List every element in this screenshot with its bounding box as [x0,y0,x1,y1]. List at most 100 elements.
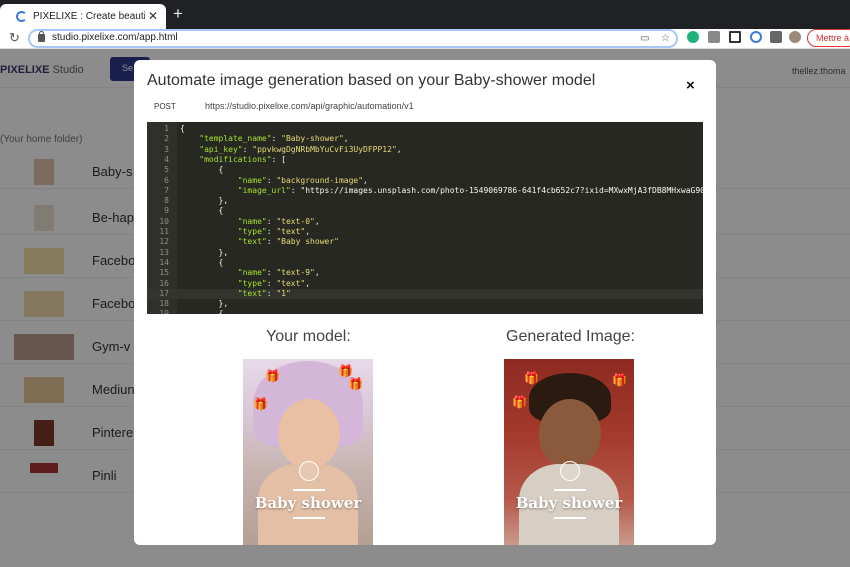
code-line[interactable]: 5 { [147,165,703,175]
line-number: 9 [164,206,169,216]
code-editor[interactable]: 1{2 "template_name": "Baby-shower", 3 "ap… [147,122,703,314]
divider-line [554,489,586,491]
code-text: "template_name": "Baby-shower", [199,134,349,144]
new-tab-icon[interactable]: + [173,5,183,23]
line-number: 15 [159,268,169,278]
code-text: "api_key": "ppvkwgDgNRbMbYuCvFi3UyDFPP12… [199,144,402,154]
code-line[interactable]: 7 "image_url": "https://images.unsplash.… [147,186,703,196]
code-line[interactable]: 4 "modifications": [ [147,155,703,165]
code-line[interactable]: 14 { [147,258,703,268]
gift-icon: 🎁 [348,377,363,391]
lock-icon[interactable] [38,31,45,42]
camera-extension-icon[interactable] [708,31,720,43]
code-text: "name": "background-image", [237,175,368,185]
code-line[interactable]: 11 "type": "text", [147,227,703,237]
address-bar[interactable]: studio.pixelixe.com/app.html ▭ ☆ [28,29,678,48]
bookmark-star-icon[interactable]: ☆ [661,33,670,44]
modal-title: Automate image generation based on your … [147,72,596,89]
code-line[interactable]: 2 "template_name": "Baby-shower", [147,134,703,144]
baby-face [278,399,340,469]
code-text: "type": "text", [237,227,311,236]
line-number: 5 [164,165,169,175]
code-line[interactable]: 3 "api_key": "ppvkwgDgNRbMbYuCvFi3UyDFPP… [147,145,703,155]
code-line[interactable]: 16 "type": "text", [147,279,703,289]
profile-avatar[interactable] [789,31,801,43]
pixelixe-favicon-icon [16,11,27,22]
line-number: 7 [164,185,169,195]
code-text: "text": "1" [237,288,291,298]
code-text: "image_url": "https://images.unsplash.co… [237,185,703,195]
code-text: { [180,124,185,133]
divider-line [554,517,586,519]
tab-title: PIXELIXE : Create beautiful and [33,11,145,22]
divider-line [293,489,325,491]
code-text: "modifications": [ [199,154,286,164]
pixelixe-extension-icon[interactable] [750,31,762,43]
code-line[interactable]: 12 "text": "Baby shower" [147,237,703,247]
generated-heading: Generated Image: [506,328,635,345]
code-line[interactable]: 13 }, [147,248,703,258]
http-method: POST [154,102,176,111]
child-face [539,399,601,469]
gift-icon: 🎁 [265,369,280,383]
extensions-puzzle-icon[interactable] [770,31,782,43]
screenshot-extension-icon[interactable] [729,31,741,43]
code-text: }, [180,247,229,257]
code-line[interactable]: 9 { [147,206,703,216]
code-line[interactable]: 19 { [147,309,703,314]
code-line[interactable]: 18 }, [147,299,703,309]
line-number: 11 [159,227,169,236]
code-line[interactable]: 1{ [147,124,703,134]
code-text: "name": "text-0", [237,216,320,226]
gift-icon: 🎁 [612,373,627,387]
update-browser-button[interactable]: Mettre à [807,29,850,47]
browser-toolbar: ↻ studio.pixelixe.com/app.html ▭ ☆ Mettr… [0,29,850,49]
code-text: { [180,206,224,216]
code-text: "text": "Baby shower" [237,237,339,247]
code-text: "type": "text", [237,278,311,288]
line-number: 17 [159,288,169,298]
age-badge [560,461,580,481]
code-text: }, [180,196,229,206]
cast-icon[interactable]: ▭ [640,33,649,44]
grammarly-extension-icon[interactable] [687,31,699,43]
reload-icon[interactable]: ↻ [9,30,20,46]
line-number: 12 [159,237,169,247]
line-number: 19 [159,309,169,314]
line-number: 16 [159,278,169,288]
model-heading: Your model: [266,328,351,345]
generated-poster-text: Baby shower [515,494,623,512]
code-line[interactable]: 17 "text": "1" [147,288,703,300]
code-line[interactable]: 6 "name": "background-image", [147,176,703,186]
line-number: 2 [164,134,169,144]
code-line[interactable]: 15 "name": "text-9", [147,268,703,278]
code-text: { [180,257,224,267]
line-number: 14 [159,257,169,267]
line-number: 8 [164,196,169,206]
model-poster-text: Baby shower [254,494,362,512]
gift-icon: 🎁 [512,395,527,409]
code-text: }, [180,299,229,309]
model-preview-image: 🎁 🎁 🎁 🎁 Baby shower [243,359,373,545]
line-number: 6 [164,175,169,185]
gift-icon: 🎁 [253,397,268,411]
line-number: 3 [164,144,169,154]
code-text: "name": "text-9", [237,268,320,278]
line-number: 1 [164,124,169,133]
browser-tab-strip: PIXELIXE : Create beautiful and ✕ + [0,0,850,29]
automation-modal: Automate image generation based on your … [134,60,716,545]
code-text: { [180,165,224,175]
code-line[interactable]: 8 }, [147,196,703,206]
code-text: { [180,309,224,314]
line-number: 4 [164,154,169,164]
tab-close-icon[interactable]: ✕ [148,9,158,23]
gift-icon: 🎁 [524,371,539,385]
gift-icon: 🎁 [338,364,353,378]
api-endpoint: https://studio.pixelixe.com/api/graphic/… [205,101,414,111]
close-icon[interactable]: × [686,78,695,94]
divider-line [293,517,325,519]
browser-tab[interactable]: PIXELIXE : Create beautiful and ✕ [0,4,166,29]
generated-preview-image: 🎁 🎁 🎁 Baby shower [504,359,634,545]
line-number: 10 [159,216,169,226]
code-line[interactable]: 10 "name": "text-0", [147,217,703,227]
